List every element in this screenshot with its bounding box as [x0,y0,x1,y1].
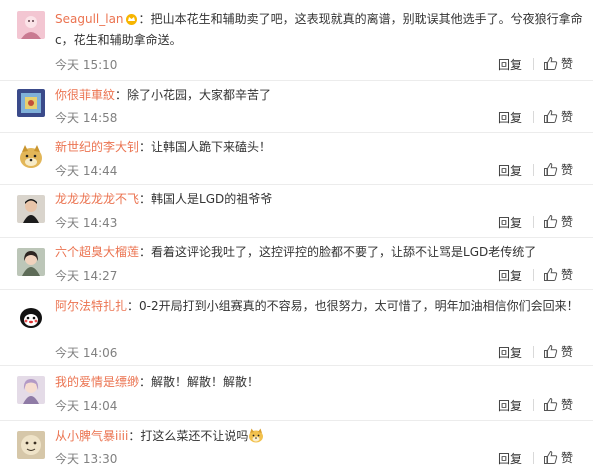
timestamp: 今天 14:43 [55,216,118,230]
like-label: 赞 [561,215,574,229]
comment-item: 六个超臭大榴莲：看着这评论我吐了，这控评控的脸都不要了，让舔不让骂是LGD老传统… [0,238,593,290]
comment-body: 让韩国人跪下来磕头！ [151,140,272,154]
avatar[interactable] [17,248,45,276]
timestamp: 今天 13:30 [55,452,118,466]
comment-text: 你很菲車紋：除了小花园，大家都辛苦了 [55,85,585,106]
thumbs-up-icon [544,450,558,464]
vip-crown-icon [125,14,137,25]
action-divider [533,452,534,464]
comment-item: 龙龙龙龙龙不飞：韩国人是LGD的祖爷爷 今天 14:43 回复 赞 [0,185,593,238]
comment-text: 龙龙龙龙龙不飞：韩国人是LGD的祖爷爷 [55,189,585,210]
timestamp: 今天 15:10 [55,58,118,72]
action-divider [533,269,534,281]
avatar[interactable] [17,89,45,117]
username-link[interactable]: Seagull_lan [55,12,124,26]
action-divider [533,346,534,358]
separator: ： [139,140,152,154]
comment-text: 从小脾气暴iiii：打这么菜还不让说吗 [55,426,585,447]
reply-button[interactable]: 回复 [498,56,522,73]
avatar[interactable] [17,431,45,459]
action-divider [533,399,534,411]
reply-button[interactable]: 回复 [498,267,522,284]
comment-text: 六个超臭大榴莲：看着这评论我吐了，这控评控的脸都不要了，让舔不让骂是LGD老传统… [55,242,585,263]
comment-body: 除了小花园，大家都辛苦了 [127,88,272,102]
separator: ： [139,192,152,206]
comment-item: 你很菲車紋：除了小花园，大家都辛苦了 今天 14:58 回复 赞 [0,81,593,133]
like-button[interactable]: 赞 [543,108,573,125]
separator: ： [115,88,128,102]
action-divider [533,164,534,176]
like-label: 赞 [561,398,574,412]
thumbs-up-icon [544,344,558,358]
separator: ： [138,12,151,26]
username-link[interactable]: 六个超臭大榴莲 [55,245,139,259]
like-label: 赞 [561,163,574,177]
like-label: 赞 [561,451,574,465]
comment-item: Seagull_lan ：把山本花生和辅助卖了吧，这表现就真的离谱，别耽误其他选手… [0,0,593,81]
doge-face-emoji [249,428,264,443]
like-button[interactable]: 赞 [543,55,573,72]
comment-body: 0-2开局打到小组赛真的不容易，也很努力，太可惜了，明年加油相信你们会回来！ [139,299,579,313]
avatar[interactable] [17,143,45,171]
comment-body: 韩国人是LGD的祖爷爷 [151,192,273,206]
reply-button[interactable]: 回复 [498,450,522,467]
timestamp: 今天 14:58 [55,111,118,125]
comment-text: 我的爱情是缥缈：解散！解散！解散！ [55,372,585,393]
like-button[interactable]: 赞 [543,161,573,178]
comment-list: Seagull_lan ：把山本花生和辅助卖了吧，这表现就真的离谱，别耽误其他选手… [0,0,593,474]
like-label: 赞 [561,110,574,124]
thumbs-up-icon [544,214,558,228]
like-label: 赞 [561,345,574,359]
username-link[interactable]: 阿尔法特扎扎 [55,299,127,313]
like-label: 赞 [561,57,574,71]
comment-text: 新世纪的李大钊：让韩国人跪下来磕头！ [55,137,585,158]
like-button[interactable]: 赞 [543,343,573,360]
thumbs-up-icon [544,267,558,281]
like-button[interactable]: 赞 [543,213,573,230]
reply-button[interactable]: 回复 [498,214,522,231]
action-divider [533,216,534,228]
username-link[interactable]: 你很菲車紋 [55,88,115,102]
separator: ： [139,375,152,389]
like-button[interactable]: 赞 [543,449,573,466]
avatar[interactable] [17,302,45,330]
reply-button[interactable]: 回复 [498,162,522,179]
username-link[interactable]: 我的爱情是缥缈 [55,375,139,389]
timestamp: 今天 14:04 [55,399,118,413]
separator: ： [127,299,140,313]
comment-text: 阿尔法特扎扎：0-2开局打到小组赛真的不容易，也很努力，太可惜了，明年加油相信你… [55,296,585,317]
action-divider [533,111,534,123]
separator: ： [128,429,141,443]
like-button[interactable]: 赞 [543,266,573,283]
comment-item: 新世纪的李大钊：让韩国人跪下来磕头！ 今天 14:44 回复 赞 [0,133,593,185]
reply-button[interactable]: 回复 [498,109,522,126]
username-link[interactable]: 新世纪的李大钊 [55,140,139,154]
timestamp: 今天 14:27 [55,269,118,283]
comment-body: 看着这评论我吐了，这控评控的脸都不要了，让舔不让骂是LGD老传统了 [151,245,537,259]
username-link[interactable]: 龙龙龙龙龙不飞 [55,192,139,206]
thumbs-up-icon [544,162,558,176]
avatar[interactable] [17,195,45,223]
avatar[interactable] [17,376,45,404]
thumbs-up-icon [544,397,558,411]
thumbs-up-icon [544,56,558,70]
username-link[interactable]: 从小脾气暴iiii [55,429,128,443]
comment-item: 我的爱情是缥缈：解散！解散！解散！ 今天 14:04 回复 赞 [0,366,593,421]
separator: ： [139,245,152,259]
comment-text: Seagull_lan ：把山本花生和辅助卖了吧，这表现就真的离谱，别耽误其他选手… [55,9,585,51]
action-divider [533,58,534,70]
avatar[interactable] [17,11,45,39]
thumbs-up-icon [544,109,558,123]
reply-button[interactable]: 回复 [498,397,522,414]
like-button[interactable]: 赞 [543,396,573,413]
comment-item: 阿尔法特扎扎：0-2开局打到小组赛真的不容易，也很努力，太可惜了，明年加油相信你… [0,290,593,366]
timestamp: 今天 14:06 [55,346,118,360]
timestamp: 今天 14:44 [55,164,118,178]
like-label: 赞 [561,268,574,282]
comment-item: 从小脾气暴iiii：打这么菜还不让说吗 今天 13:30 回复 赞 [0,421,593,474]
reply-button[interactable]: 回复 [498,344,522,361]
comment-body: 打这么菜还不让说吗 [140,429,249,443]
comment-body: 解散！解散！解散！ [151,375,260,389]
